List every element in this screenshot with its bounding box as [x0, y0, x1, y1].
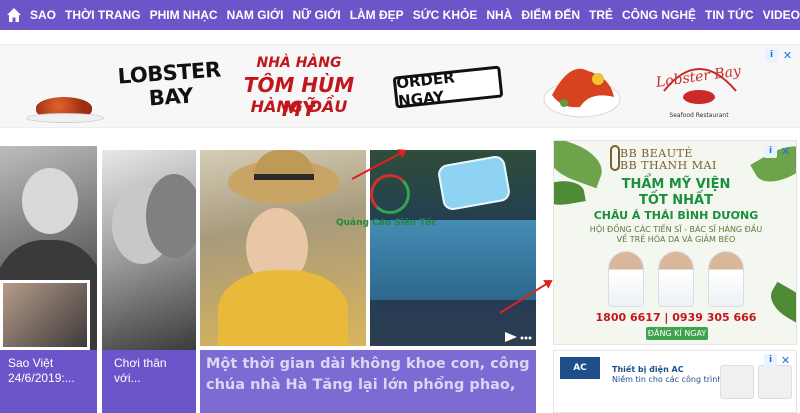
- top-ad-banner[interactable]: LOBSTER BAY NHÀ HÀNG TÔM HÙM MỸ HÀNG ĐẦU…: [0, 44, 800, 128]
- svg-text:Seafood Restaurant: Seafood Restaurant: [669, 112, 729, 119]
- ad-text-2: Niềm tin cho các công trình: [612, 375, 723, 384]
- ad-line-3: CHÂU Á THÁI BÌNH DƯƠNG: [593, 209, 759, 222]
- lobster-dish-image: [543, 68, 621, 118]
- ad-brand-2: BB THANH MAI: [620, 159, 717, 172]
- nav-item-nam-gioi[interactable]: NAM GIỚI: [227, 8, 284, 22]
- ad-info-icon[interactable]: i: [765, 49, 778, 62]
- watermark-circle-icon: [370, 174, 410, 214]
- switch-product-image: [758, 365, 792, 399]
- ad-info-icon[interactable]: i: [764, 354, 777, 367]
- register-now-button[interactable]: ĐĂNG KÍ NGAY: [646, 327, 708, 340]
- nav-item-sao[interactable]: SAO: [30, 8, 56, 22]
- nav-item-tre[interactable]: TRẺ: [589, 8, 613, 22]
- caption-sao-viet[interactable]: Sao Việt 24/6/2019:...: [0, 350, 97, 413]
- nav-item-lam-dep[interactable]: LÀM ĐẸP: [350, 8, 404, 22]
- face-shape-man: [146, 174, 196, 258]
- play-icon[interactable]: [505, 332, 517, 342]
- ad-choices[interactable]: i ✕: [764, 354, 792, 367]
- nav-item-video[interactable]: VIDEO: [763, 8, 800, 22]
- doctor-image: [658, 251, 694, 307]
- ad-choices[interactable]: i ✕: [764, 145, 792, 158]
- inset-couple-photo[interactable]: [0, 280, 90, 350]
- watermark-text: Quảng Cáo Siêu Tốc: [336, 218, 437, 228]
- ad-choices[interactable]: i ✕: [765, 49, 794, 62]
- order-now-button[interactable]: ORDER NGAY: [392, 65, 504, 110]
- nav-item-suc-khoe[interactable]: SỨC KHỎE: [413, 8, 478, 22]
- lobster-bay-logo: Lobster Bay Seafood Restaurant: [654, 63, 743, 119]
- food-plate-image: [26, 97, 104, 123]
- dress-shape: [218, 270, 348, 346]
- more-icon[interactable]: [520, 336, 532, 340]
- ad-close-icon[interactable]: ✕: [781, 49, 794, 62]
- ad-phone-numbers: 1800 6617 | 0939 305 666: [595, 311, 757, 324]
- face-shape: [22, 168, 78, 234]
- nav-item-tin-tuc[interactable]: TIN TỨC: [705, 8, 754, 22]
- nav-item-phim-nhac[interactable]: PHIM NHẠC: [150, 8, 218, 22]
- ac-logo: AC: [560, 357, 600, 379]
- ad-brand-title: LOBSTER BAY: [116, 57, 222, 111]
- main-nav: SAO THỜI TRANG PHIM NHẠC NAM GIỚI NỮ GIỚ…: [0, 0, 800, 30]
- doctor-image: [708, 251, 744, 307]
- ad-close-icon[interactable]: ✕: [779, 145, 792, 158]
- caption-choi-than[interactable]: Chơi thân với...: [102, 350, 196, 413]
- ad-line-1: THẨM MỸ VIỆN: [621, 177, 731, 192]
- article-photo-choi-than[interactable]: [102, 150, 196, 350]
- ad-info-icon[interactable]: i: [764, 145, 777, 158]
- ad-line-3: HÀNG ĐẦU: [250, 97, 348, 116]
- watermark-logo: Quảng Cáo Siêu Tốc: [336, 168, 437, 248]
- caption-ha-tang[interactable]: Một thời gian dài không khoe con, công c…: [200, 350, 536, 413]
- nav-item-nha[interactable]: NHÀ: [486, 8, 512, 22]
- right-ad-bb-beaute[interactable]: BB BEAUTÉ BB THANH MAI THẨM MỸ VIỆN TỐT …: [553, 140, 797, 345]
- right-ad-ac[interactable]: AC Thiết bị điện AC Niềm tin cho các côn…: [553, 350, 797, 413]
- home-icon[interactable]: [6, 7, 22, 23]
- nav-item-diem-den[interactable]: ĐIỂM ĐẾN: [521, 8, 580, 22]
- bb-logo-icon: [610, 145, 620, 171]
- ad-line-1: NHÀ HÀNG: [256, 55, 342, 71]
- ad-text-1: Thiết bị điện AC: [612, 365, 684, 374]
- nav-item-cong-nghe[interactable]: CÔNG NGHỆ: [622, 8, 696, 22]
- svg-text:Lobster Bay: Lobster Bay: [654, 63, 743, 91]
- ad-line-4: HỘI ĐỒNG CÁC TIẾN SĨ - BÁC SĨ HÀNG ĐẦU: [589, 225, 763, 234]
- ad-line-5: VỀ TRẺ HÓA DA VÀ GIẢM BÉO: [616, 235, 736, 244]
- nav-item-nu-gioi[interactable]: NỮ GIỚI: [292, 8, 340, 22]
- doctor-image: [608, 251, 644, 307]
- hat-band: [254, 174, 314, 180]
- ad-line-2: TỐT NHẤT: [638, 193, 713, 208]
- nav-item-thoi-trang[interactable]: THỜI TRANG: [65, 8, 141, 22]
- ad-close-icon[interactable]: ✕: [779, 354, 792, 367]
- switch-product-image: [720, 365, 754, 399]
